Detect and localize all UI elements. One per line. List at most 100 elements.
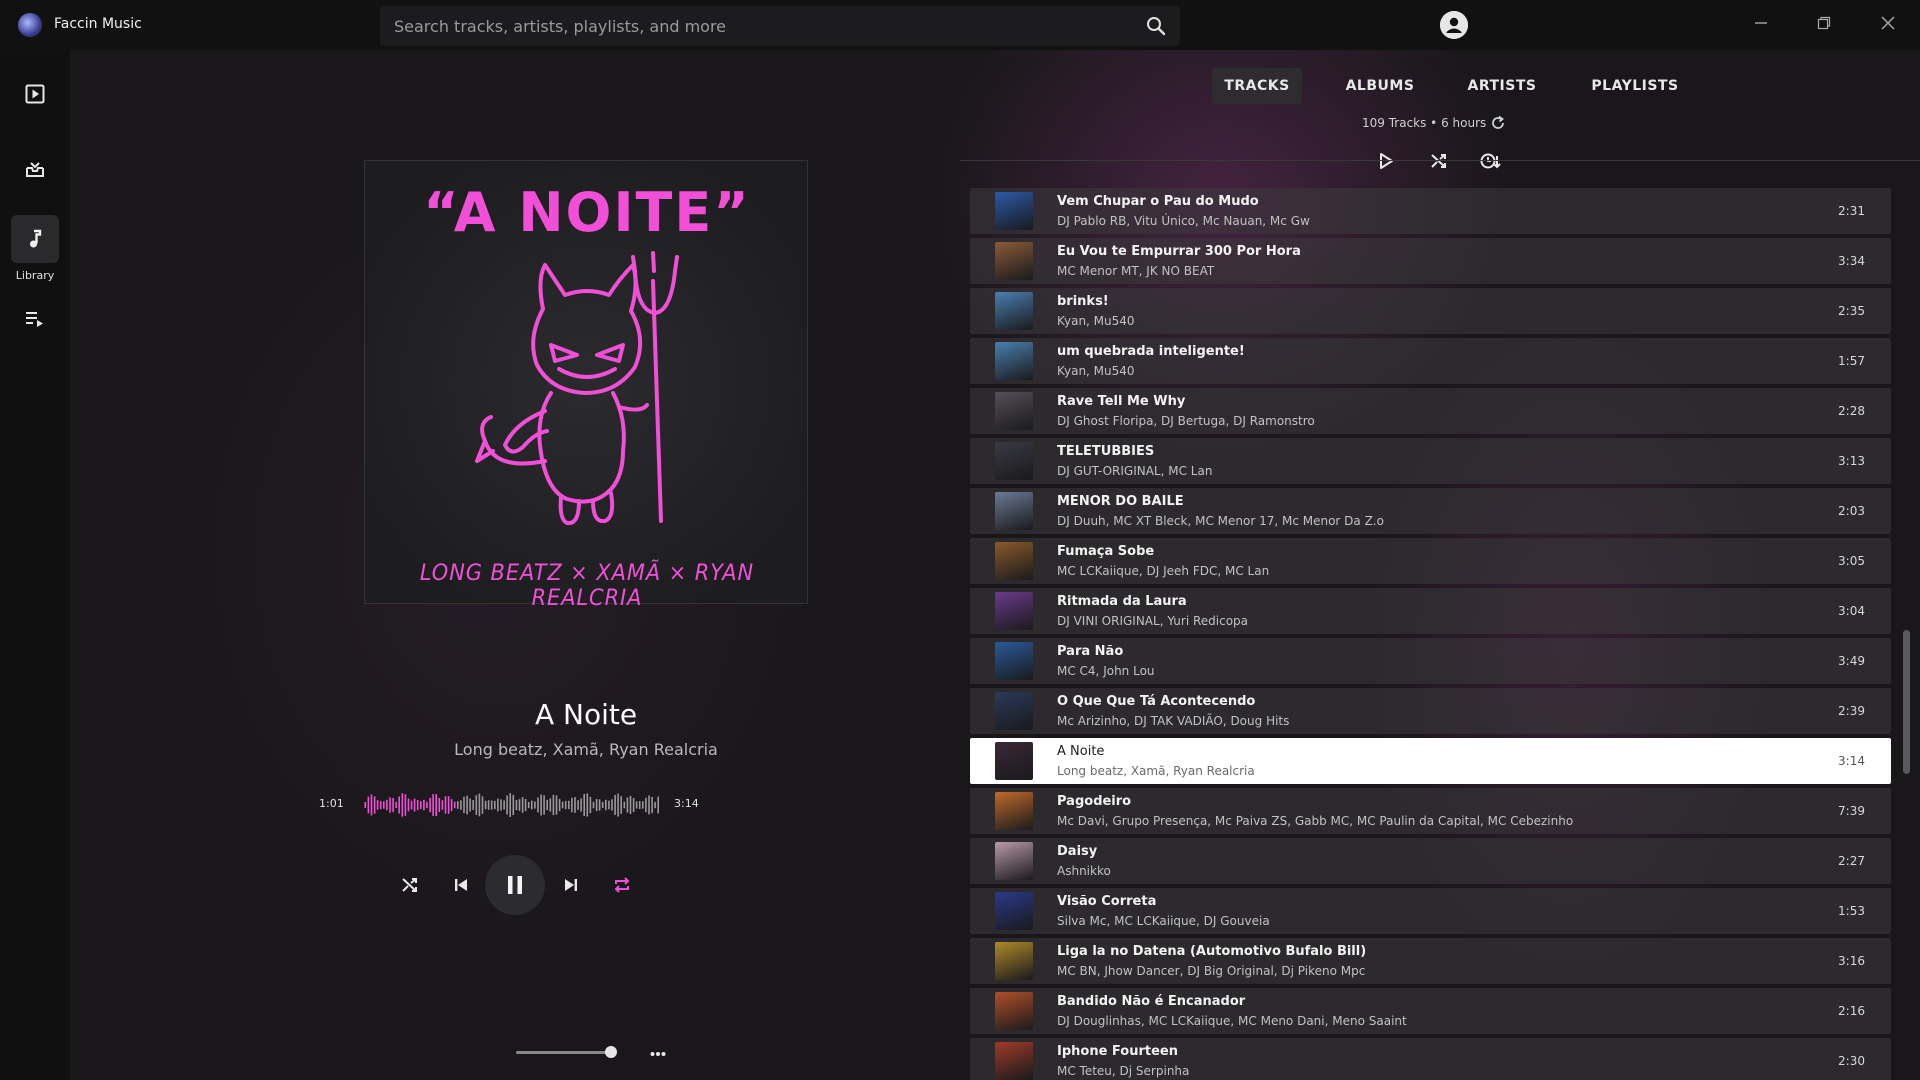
minimize-button[interactable] <box>1744 8 1778 38</box>
track-artists[interactable]: Mc Arizinho, DJ TAK VADIÃO, Doug Hits <box>1057 714 1289 728</box>
track-title: O Que Que Tá Acontecendo <box>1057 694 1256 709</box>
waveform-bar <box>592 801 595 809</box>
track-artists[interactable]: MC LCKaiique, DJ Jeeh FDC, MC Lan <box>1057 564 1269 578</box>
refresh-icon[interactable] <box>1490 115 1506 131</box>
track-artists[interactable]: Kyan, Mu540 <box>1057 364 1135 378</box>
tab-playlists[interactable]: PLAYLISTS <box>1570 68 1700 104</box>
account-icon[interactable] <box>1440 11 1468 39</box>
waveform-bar <box>429 797 431 813</box>
search-input[interactable] <box>394 6 1114 46</box>
previous-icon[interactable] <box>452 876 470 894</box>
track-title: TELETUBBIES <box>1057 444 1155 459</box>
track-row[interactable]: Rave Tell Me Why DJ Ghost Floripa, DJ Ber… <box>970 388 1891 434</box>
waveform-seekbar[interactable] <box>364 791 660 819</box>
track-thumbnail <box>995 992 1033 1030</box>
track-duration: 2:27 <box>1838 854 1865 868</box>
track-duration: 2:28 <box>1838 404 1865 418</box>
waveform-bar <box>441 800 444 810</box>
waveform-bar <box>512 794 515 815</box>
close-button[interactable] <box>1871 8 1905 38</box>
track-artists[interactable]: Mc Davi, Grupo Presença, Mc Paiva ZS, Ga… <box>1057 814 1573 828</box>
waveform-bar <box>611 799 613 811</box>
track-title: Ritmada da Laura <box>1057 594 1187 609</box>
album-cover: “A NOITE” LONG BEATZ × XAMÃ × RYAN REALC… <box>364 160 808 611</box>
track-row[interactable]: O Que Que Tá Acontecendo Mc Arizinho, DJ … <box>970 688 1891 734</box>
track-artists[interactable]: MC Menor MT, JK NO BEAT <box>1057 264 1214 278</box>
waveform-bar <box>580 798 582 812</box>
track-artists[interactable]: Kyan, Mu540 <box>1057 314 1135 328</box>
track-row[interactable]: Visão Correta Silva Mc, MC LCKaiique, DJ … <box>970 888 1891 934</box>
search-icon[interactable] <box>1146 16 1166 36</box>
shuffle-icon[interactable] <box>401 876 419 894</box>
track-row[interactable]: TELETUBBIES DJ GUT-ORIGINAL, MC Lan 3:13 <box>970 438 1891 484</box>
track-row[interactable]: um quebrada inteligente! Kyan, Mu540 1:57 <box>970 338 1891 384</box>
waveform-bar <box>450 799 453 811</box>
track-artists[interactable]: DJ GUT-ORIGINAL, MC Lan <box>1057 464 1212 478</box>
scrollbar[interactable] <box>1903 630 1910 774</box>
waveform-bar <box>410 800 413 810</box>
tab-albums[interactable]: ALBUMS <box>1330 68 1430 104</box>
waveform-bar <box>416 800 419 810</box>
title-bar: Faccin Music <box>0 0 1920 50</box>
shuffle-all-icon[interactable] <box>1430 152 1448 170</box>
track-duration: 3:49 <box>1838 654 1865 668</box>
now-playing-artists[interactable]: Long beatz, Xamã, Ryan Realcria <box>370 740 802 759</box>
track-artists[interactable]: DJ VINI ORIGINAL, Yuri Redicopa <box>1057 614 1248 628</box>
track-row[interactable]: Para Não MC C4, John Lou 3:49 <box>970 638 1891 684</box>
nav-now-playing[interactable] <box>11 70 59 118</box>
nav-explore[interactable] <box>11 145 59 193</box>
tab-tracks[interactable]: TRACKS <box>1212 68 1302 104</box>
track-artists[interactable]: Silva Mc, MC LCKaiique, DJ Gouveia <box>1057 914 1270 928</box>
track-artists[interactable]: MC BN, Jhow Dancer, DJ Big Original, Dj … <box>1057 964 1365 978</box>
track-row[interactable]: Ritmada da Laura DJ VINI ORIGINAL, Yuri R… <box>970 588 1891 634</box>
track-row[interactable]: Daisy Ashnikko 2:27 <box>970 838 1891 884</box>
waveform-bar <box>568 800 570 810</box>
track-row[interactable]: Liga la no Datena (Automotivo Bufalo Bil… <box>970 938 1891 984</box>
track-row[interactable]: Bandido Não é Encanador DJ Douglinhas, MC… <box>970 988 1891 1034</box>
track-artists[interactable]: MC C4, John Lou <box>1057 664 1155 678</box>
track-artists[interactable]: DJ Douglinhas, MC LCKaiique, MC Meno Dan… <box>1057 1014 1407 1028</box>
restore-button[interactable] <box>1807 8 1841 38</box>
repeat-icon[interactable] <box>613 876 631 894</box>
waveform-bar <box>515 800 518 811</box>
waveform-bar <box>601 801 604 808</box>
pause-button[interactable] <box>485 855 545 915</box>
track-row[interactable]: Vem Chupar o Pau do Mudo DJ Pablo RB, Vit… <box>970 188 1891 234</box>
waveform-bar <box>447 796 450 814</box>
track-row[interactable]: Pagodeiro Mc Davi, Grupo Presença, Mc Pai… <box>970 788 1891 834</box>
track-artists[interactable]: Ashnikko <box>1057 864 1111 878</box>
track-row[interactable]: brinks! Kyan, Mu540 2:35 <box>970 288 1891 334</box>
track-row[interactable]: A Noite Long beatz, Xamã, Ryan Realcria 3:… <box>970 738 1891 784</box>
waveform-bar <box>398 796 400 814</box>
waveform-bar <box>531 800 533 810</box>
track-row[interactable]: Iphone Fourteen MC Teteu, Dj Serpinha 2:30 <box>970 1038 1891 1080</box>
track-summary: 109 Tracks • 6 hours <box>1362 116 1487 130</box>
play-all-icon[interactable] <box>1377 152 1395 170</box>
waveform-bar <box>383 801 385 809</box>
waveform-bar <box>423 799 425 811</box>
search-bar[interactable] <box>380 6 1180 46</box>
nav-library[interactable] <box>11 215 59 263</box>
tab-artists[interactable]: ARTISTS <box>1450 68 1554 104</box>
waveform-bar <box>552 794 555 816</box>
track-row[interactable]: MENOR DO BAILE DJ Duuh, MC XT Bleck, MC M… <box>970 488 1891 534</box>
track-artists[interactable]: DJ Ghost Floripa, DJ Bertuga, DJ Ramonst… <box>1057 414 1315 428</box>
track-artists[interactable]: Long beatz, Xamã, Ryan Realcria <box>1057 764 1255 778</box>
track-row[interactable]: Eu Vou te Empurrar 300 Por Hora MC Menor … <box>970 238 1891 284</box>
track-artists[interactable]: MC Teteu, Dj Serpinha <box>1057 1064 1189 1078</box>
track-artists[interactable]: DJ Duuh, MC XT Bleck, MC Menor 17, Mc Me… <box>1057 514 1384 528</box>
next-icon[interactable] <box>562 876 580 894</box>
track-artists[interactable]: DJ Pablo RB, Vitu Único, Mc Nauan, Mc Gw <box>1057 214 1310 228</box>
waveform-bar <box>364 802 367 808</box>
track-row[interactable]: Fumaça Sobe MC LCKaiique, DJ Jeeh FDC, MC… <box>970 538 1891 584</box>
waveform-bar <box>475 795 478 815</box>
track-title: Rave Tell Me Why <box>1057 394 1186 409</box>
waveform-bar <box>558 798 561 812</box>
more-options-icon[interactable] <box>650 1051 666 1057</box>
waveform-bar <box>629 795 632 815</box>
waveform-bar <box>534 801 536 809</box>
waveform-bar <box>635 801 638 809</box>
nav-queue[interactable] <box>11 295 59 343</box>
waveform-bar <box>407 798 410 812</box>
queue-all-icon[interactable] <box>1480 151 1502 171</box>
